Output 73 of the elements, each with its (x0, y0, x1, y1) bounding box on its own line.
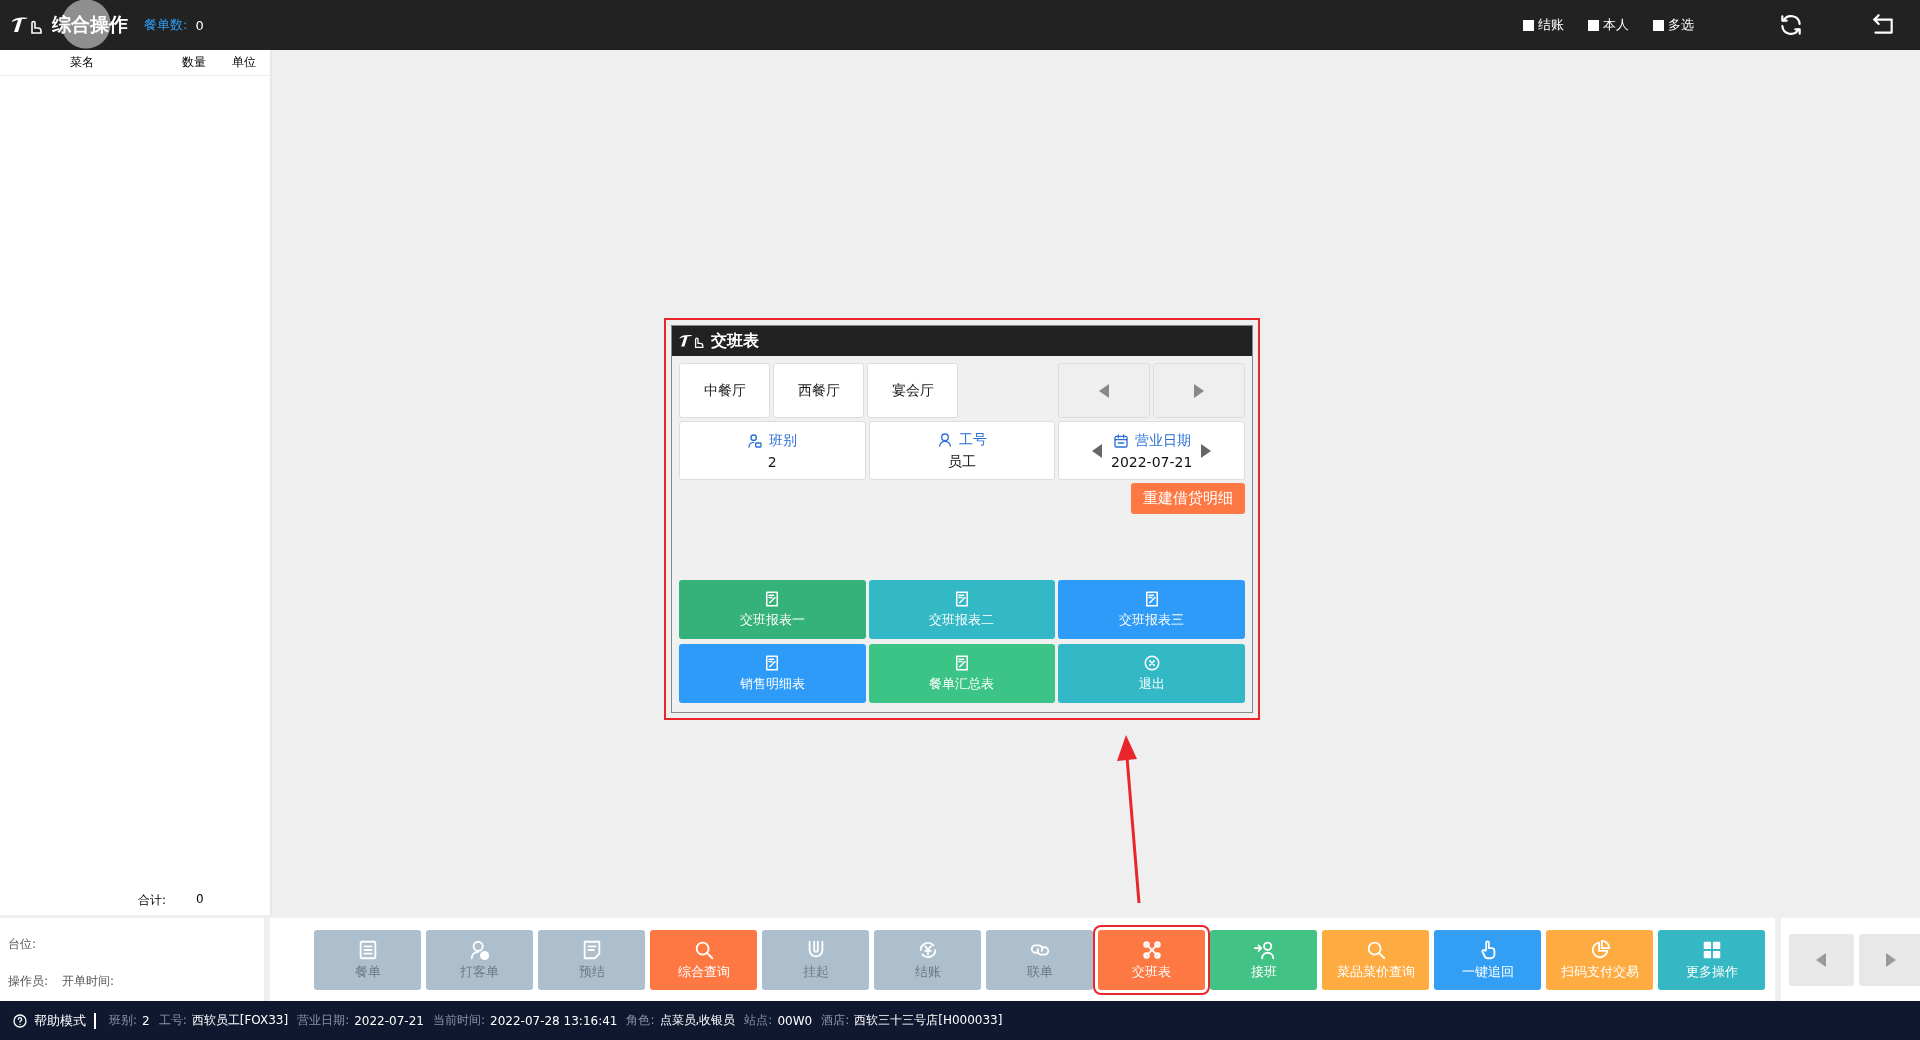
help-icon (12, 1012, 28, 1029)
status-label: 当前时间: (432, 1012, 485, 1029)
seat-label: 台位: (8, 936, 38, 953)
status-label: 工号: (158, 1012, 187, 1029)
right-triangle-icon (1200, 442, 1213, 459)
status-value: 点菜员,收银员 (659, 1012, 736, 1029)
order-count-label: 餐单数: (144, 16, 188, 34)
total-value: 0 (196, 892, 204, 908)
rebuild-button[interactable]: 重建借贷明细 (1131, 483, 1245, 514)
column-header: 菜名 (69, 54, 95, 71)
previous-button[interactable] (1789, 933, 1854, 986)
user-icon (937, 431, 953, 448)
edit-icon (953, 654, 971, 672)
right-triangle-icon (1193, 382, 1205, 399)
app-title: 综合操作 (52, 12, 128, 37)
toolbar-button[interactable]: 菜品菜价查询 (1322, 929, 1429, 990)
left-triangle-icon (1091, 442, 1103, 459)
left-triangle-icon (1815, 951, 1828, 968)
logo-icon (678, 333, 706, 349)
option-checkbox[interactable]: 结账 (1523, 16, 1564, 34)
report-button[interactable]: 交班报表三 (1058, 580, 1245, 639)
info-value: 员工 (948, 452, 976, 471)
report-button[interactable]: 交班报表二 (868, 580, 1056, 639)
right-triangle-icon (1884, 951, 1897, 968)
help-mode-button[interactable]: 帮助模式 (12, 1012, 96, 1029)
hall-tab[interactable]: 宴会厅 (867, 363, 958, 418)
order-count: 0 (195, 17, 204, 33)
info-label: 营业日期 (1134, 431, 1191, 450)
status-label: 角色: (626, 1012, 655, 1029)
column-header: 单位 (231, 54, 257, 71)
status-value: 2022-07-28 13:16:41 (490, 1013, 618, 1028)
info-value: 2022-07-21 (1111, 453, 1193, 470)
status-value: 西软员工[FOX33] (191, 1012, 289, 1029)
status-label: 营业日期: (297, 1012, 350, 1029)
cross-icon (1140, 938, 1163, 961)
previous-button[interactable] (1058, 363, 1150, 418)
toolbar-button[interactable]: 扫码支付交易 (1546, 929, 1653, 990)
toolbar-button[interactable]: 一键追回 (1434, 929, 1541, 990)
option-checkbox[interactable]: 多选 (1653, 16, 1694, 34)
logo-icon (10, 15, 44, 35)
user-badge-icon (747, 432, 764, 449)
next-button[interactable] (1858, 933, 1920, 986)
hall-tab[interactable]: 西餐厅 (773, 363, 864, 418)
status-label: 班别: (109, 1012, 138, 1029)
status-label: 酒店: (821, 1012, 850, 1029)
status-label: 站点: (744, 1012, 773, 1029)
next-button[interactable] (1153, 363, 1245, 418)
info-value: 2 (767, 453, 777, 470)
calendar-icon (1112, 432, 1129, 449)
info-label: 班别 (769, 431, 798, 450)
user-pen-icon (468, 938, 491, 961)
report-button[interactable]: 退出 (1058, 644, 1245, 703)
open-time-label: 开单时间: (62, 973, 115, 990)
close-icon (1142, 654, 1161, 672)
column-header: 数量 (181, 54, 207, 71)
left-triangle-icon (1098, 382, 1110, 399)
report-button[interactable]: 销售明细表 (679, 644, 866, 703)
report-button[interactable]: 交班报表一 (679, 580, 866, 639)
report-button[interactable]: 餐单汇总表 (868, 644, 1056, 703)
total-label: 合计: (138, 892, 167, 909)
toolbar-button[interactable]: 更多操作 (1658, 929, 1765, 990)
status-value: 00W0 (777, 1013, 813, 1028)
operator-label: 操作员: (8, 973, 49, 990)
option-checkbox[interactable]: 本人 (1588, 16, 1629, 34)
toolbar-button[interactable]: 接班 (1210, 929, 1317, 990)
status-value: 2022-07-21 (354, 1013, 424, 1028)
toolbar-button[interactable]: 综合查询 (650, 929, 757, 990)
status-value: 2 (142, 1013, 150, 1028)
dialog-title: 交班表 (711, 330, 760, 352)
edit-icon (953, 590, 971, 608)
hall-tab[interactable]: 中餐厅 (679, 363, 770, 418)
status-value: 西软三十三号店[H000033] (854, 1012, 1003, 1029)
info-label: 工号 (959, 430, 987, 449)
